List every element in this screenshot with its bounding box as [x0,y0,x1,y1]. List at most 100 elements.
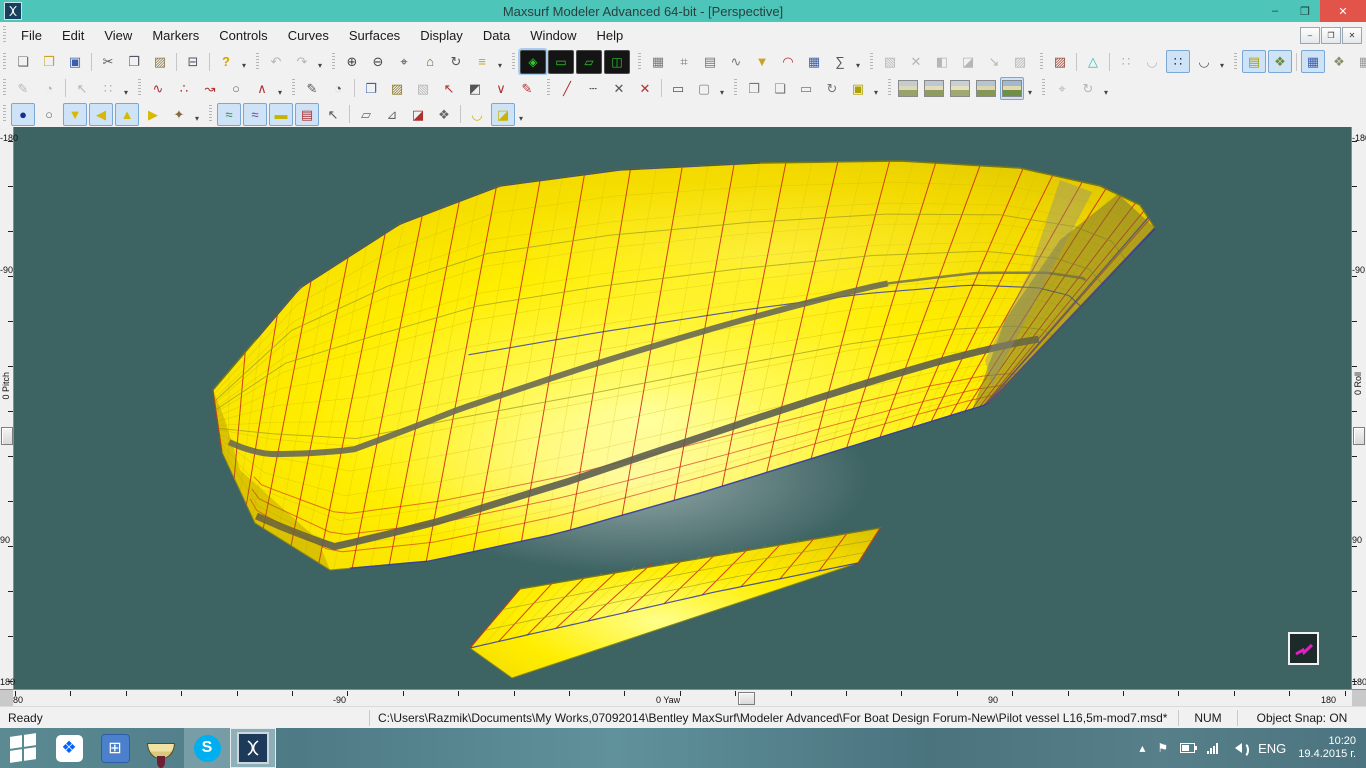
ship-hull-icon[interactable] [138,728,184,768]
surface-visibility-icon[interactable]: ◪ [491,103,515,126]
fair-curve-icon[interactable]: ∿ [724,50,748,73]
cut-icon[interactable]: ✂ [96,50,120,73]
scale-nodes-icon[interactable]: ∷ [96,77,120,100]
render-preset-3[interactable] [948,77,972,100]
net-tag-icon[interactable]: ❖ [1268,50,1292,73]
arc-tool-icon[interactable]: ◔ [326,77,350,100]
menu-markers[interactable]: Markers [142,25,209,46]
light-custom-icon[interactable]: ✦ [167,103,191,126]
zoom-in-icon[interactable]: ⊕ [340,50,364,73]
split-line-icon[interactable]: ╱ [555,77,579,100]
light-right-icon[interactable]: ▶ [141,103,165,126]
grid-icon[interactable]: ▦ [1301,50,1325,73]
print-icon[interactable]: ⊟ [181,50,205,73]
maxsurf-taskbar-icon[interactable] [230,728,276,768]
view-plan-button[interactable]: ▱ [576,50,602,74]
free-transform-icon[interactable]: ▧ [878,50,902,73]
prism-icon[interactable]: △ [1081,50,1105,73]
toolbar-dropdown-caret[interactable]: ▾ [1025,88,1035,100]
yaw-slider-thumb[interactable] [738,692,755,705]
rotate-objects-icon[interactable]: ↻ [820,77,844,100]
send-back-icon[interactable]: ❐ [742,77,766,100]
contours-edges-icon[interactable]: ▤ [295,103,319,126]
toolbar-dropdown-caret[interactable]: ▾ [871,88,881,100]
delete-rows-icon[interactable]: ▦ [646,50,670,73]
light-bottom-icon[interactable]: ▼ [63,103,87,126]
zoom-out-icon[interactable]: ⊖ [366,50,390,73]
contours-sections-icon[interactable]: ≈ [217,103,241,126]
toolbar-dropdown-caret[interactable]: ▾ [239,61,249,73]
toolbar-dropdown-caret[interactable]: ▾ [1101,88,1111,100]
roll-slider-thumb[interactable] [1353,427,1365,445]
sum-icon[interactable]: ∑ [828,50,852,73]
surface-trim-icon[interactable]: ◪ [406,103,430,126]
grid-spacing-icon[interactable]: ▦ [1353,50,1366,73]
copy-icon[interactable]: ❐ [122,50,146,73]
fair-nodes-icon[interactable]: ◡ [1140,50,1164,73]
redo-icon[interactable]: ↷ [290,50,314,73]
filter-table-icon[interactable]: ▼ [750,50,774,73]
language-indicator[interactable]: ENG [1258,741,1286,756]
toolbar-dropdown-caret[interactable]: ▾ [121,88,131,100]
menu-help[interactable]: Help [587,25,634,46]
bring-front-icon[interactable]: ❏ [768,77,792,100]
net-rows-icon[interactable]: ▤ [1242,50,1266,73]
grid-tag-icon[interactable]: ❖ [1327,50,1351,73]
toolbar-dropdown-caret[interactable]: ▾ [516,114,526,126]
mdi-minimize-button[interactable]: ‒ [1300,27,1320,44]
compact-nodes-icon[interactable]: ◡ [1192,50,1216,73]
arc-sketch-icon[interactable]: ◔ [37,77,61,100]
pitch-ruler[interactable]: -180-900 Pitch90180 [0,127,14,690]
menu-view[interactable]: View [94,25,142,46]
orbit-view-icon[interactable]: ⌖ [1050,77,1074,100]
menu-display[interactable]: Display [410,25,473,46]
skype-icon[interactable]: S [184,728,230,768]
move-point-icon[interactable]: ↝ [198,77,222,100]
light-left-icon[interactable]: ◀ [89,103,113,126]
curve-visibility-icon[interactable]: ◡ [465,103,489,126]
project-point-icon[interactable]: ↘ [982,50,1006,73]
menu-window[interactable]: Window [520,25,586,46]
solid-select-icon[interactable]: ◩ [463,77,487,100]
start-button[interactable] [0,728,46,768]
sketch-pen-icon[interactable]: ✎ [11,77,35,100]
move-node-icon[interactable]: ↖ [70,77,94,100]
view-perspective-button[interactable]: ◈ [520,50,546,74]
render-preset-1[interactable] [896,77,920,100]
render-preset-5[interactable] [1000,77,1024,100]
new-document-icon[interactable]: ❏ [11,50,35,73]
light-top-icon[interactable]: ▲ [115,103,139,126]
pitch-slider-thumb[interactable] [1,427,13,445]
copy-objects-icon[interactable]: ❐ [359,77,383,100]
nodes-on-icon[interactable]: ∷ [1166,50,1190,73]
hatch-icon[interactable]: ▨ [1008,50,1032,73]
fit-rect-icon[interactable]: ▭ [666,77,690,100]
shaded-render-icon[interactable]: ● [11,103,35,126]
drawing-canvas[interactable] [13,127,1352,690]
view-profile-button[interactable]: ▭ [548,50,574,74]
clock[interactable]: 10:20 19.4.2015 г. [1298,735,1356,761]
corner-point-icon[interactable]: ∧ [250,77,274,100]
pan-icon[interactable]: ⌖ [392,50,416,73]
spin-view-icon[interactable]: ↻ [1076,77,1100,100]
mask-surface-icon[interactable]: ◧ [930,50,954,73]
mdi-restore-button[interactable]: ❐ [1321,27,1341,44]
network-icon[interactable] [1207,743,1218,754]
add-point-icon[interactable]: ∴ [172,77,196,100]
paste-icon[interactable]: ▨ [148,50,172,73]
rotate-view-icon[interactable]: ↻ [444,50,468,73]
tray-expand-icon[interactable]: ▴ [1139,741,1145,755]
insert-rows-icon[interactable]: ▤ [698,50,722,73]
dropbox-icon[interactable]: ❖ [46,728,92,768]
surface-flag-icon[interactable]: ⊿ [380,103,404,126]
battery-icon[interactable] [1180,743,1195,753]
menu-data[interactable]: Data [473,25,520,46]
move-marker-icon[interactable]: ⌗ [672,50,696,73]
toolbar-dropdown-caret[interactable]: ▾ [315,61,325,73]
restore-button[interactable]: ❐ [1290,0,1320,22]
toolbar-dropdown-caret[interactable]: ▾ [495,61,505,73]
render-box-icon[interactable]: ▨ [1048,50,1072,73]
roll-ruler[interactable]: -180-900 Roll90180 [1351,127,1366,690]
group-objects-icon[interactable]: ▣ [846,77,870,100]
align-objects-icon[interactable]: ▭ [794,77,818,100]
